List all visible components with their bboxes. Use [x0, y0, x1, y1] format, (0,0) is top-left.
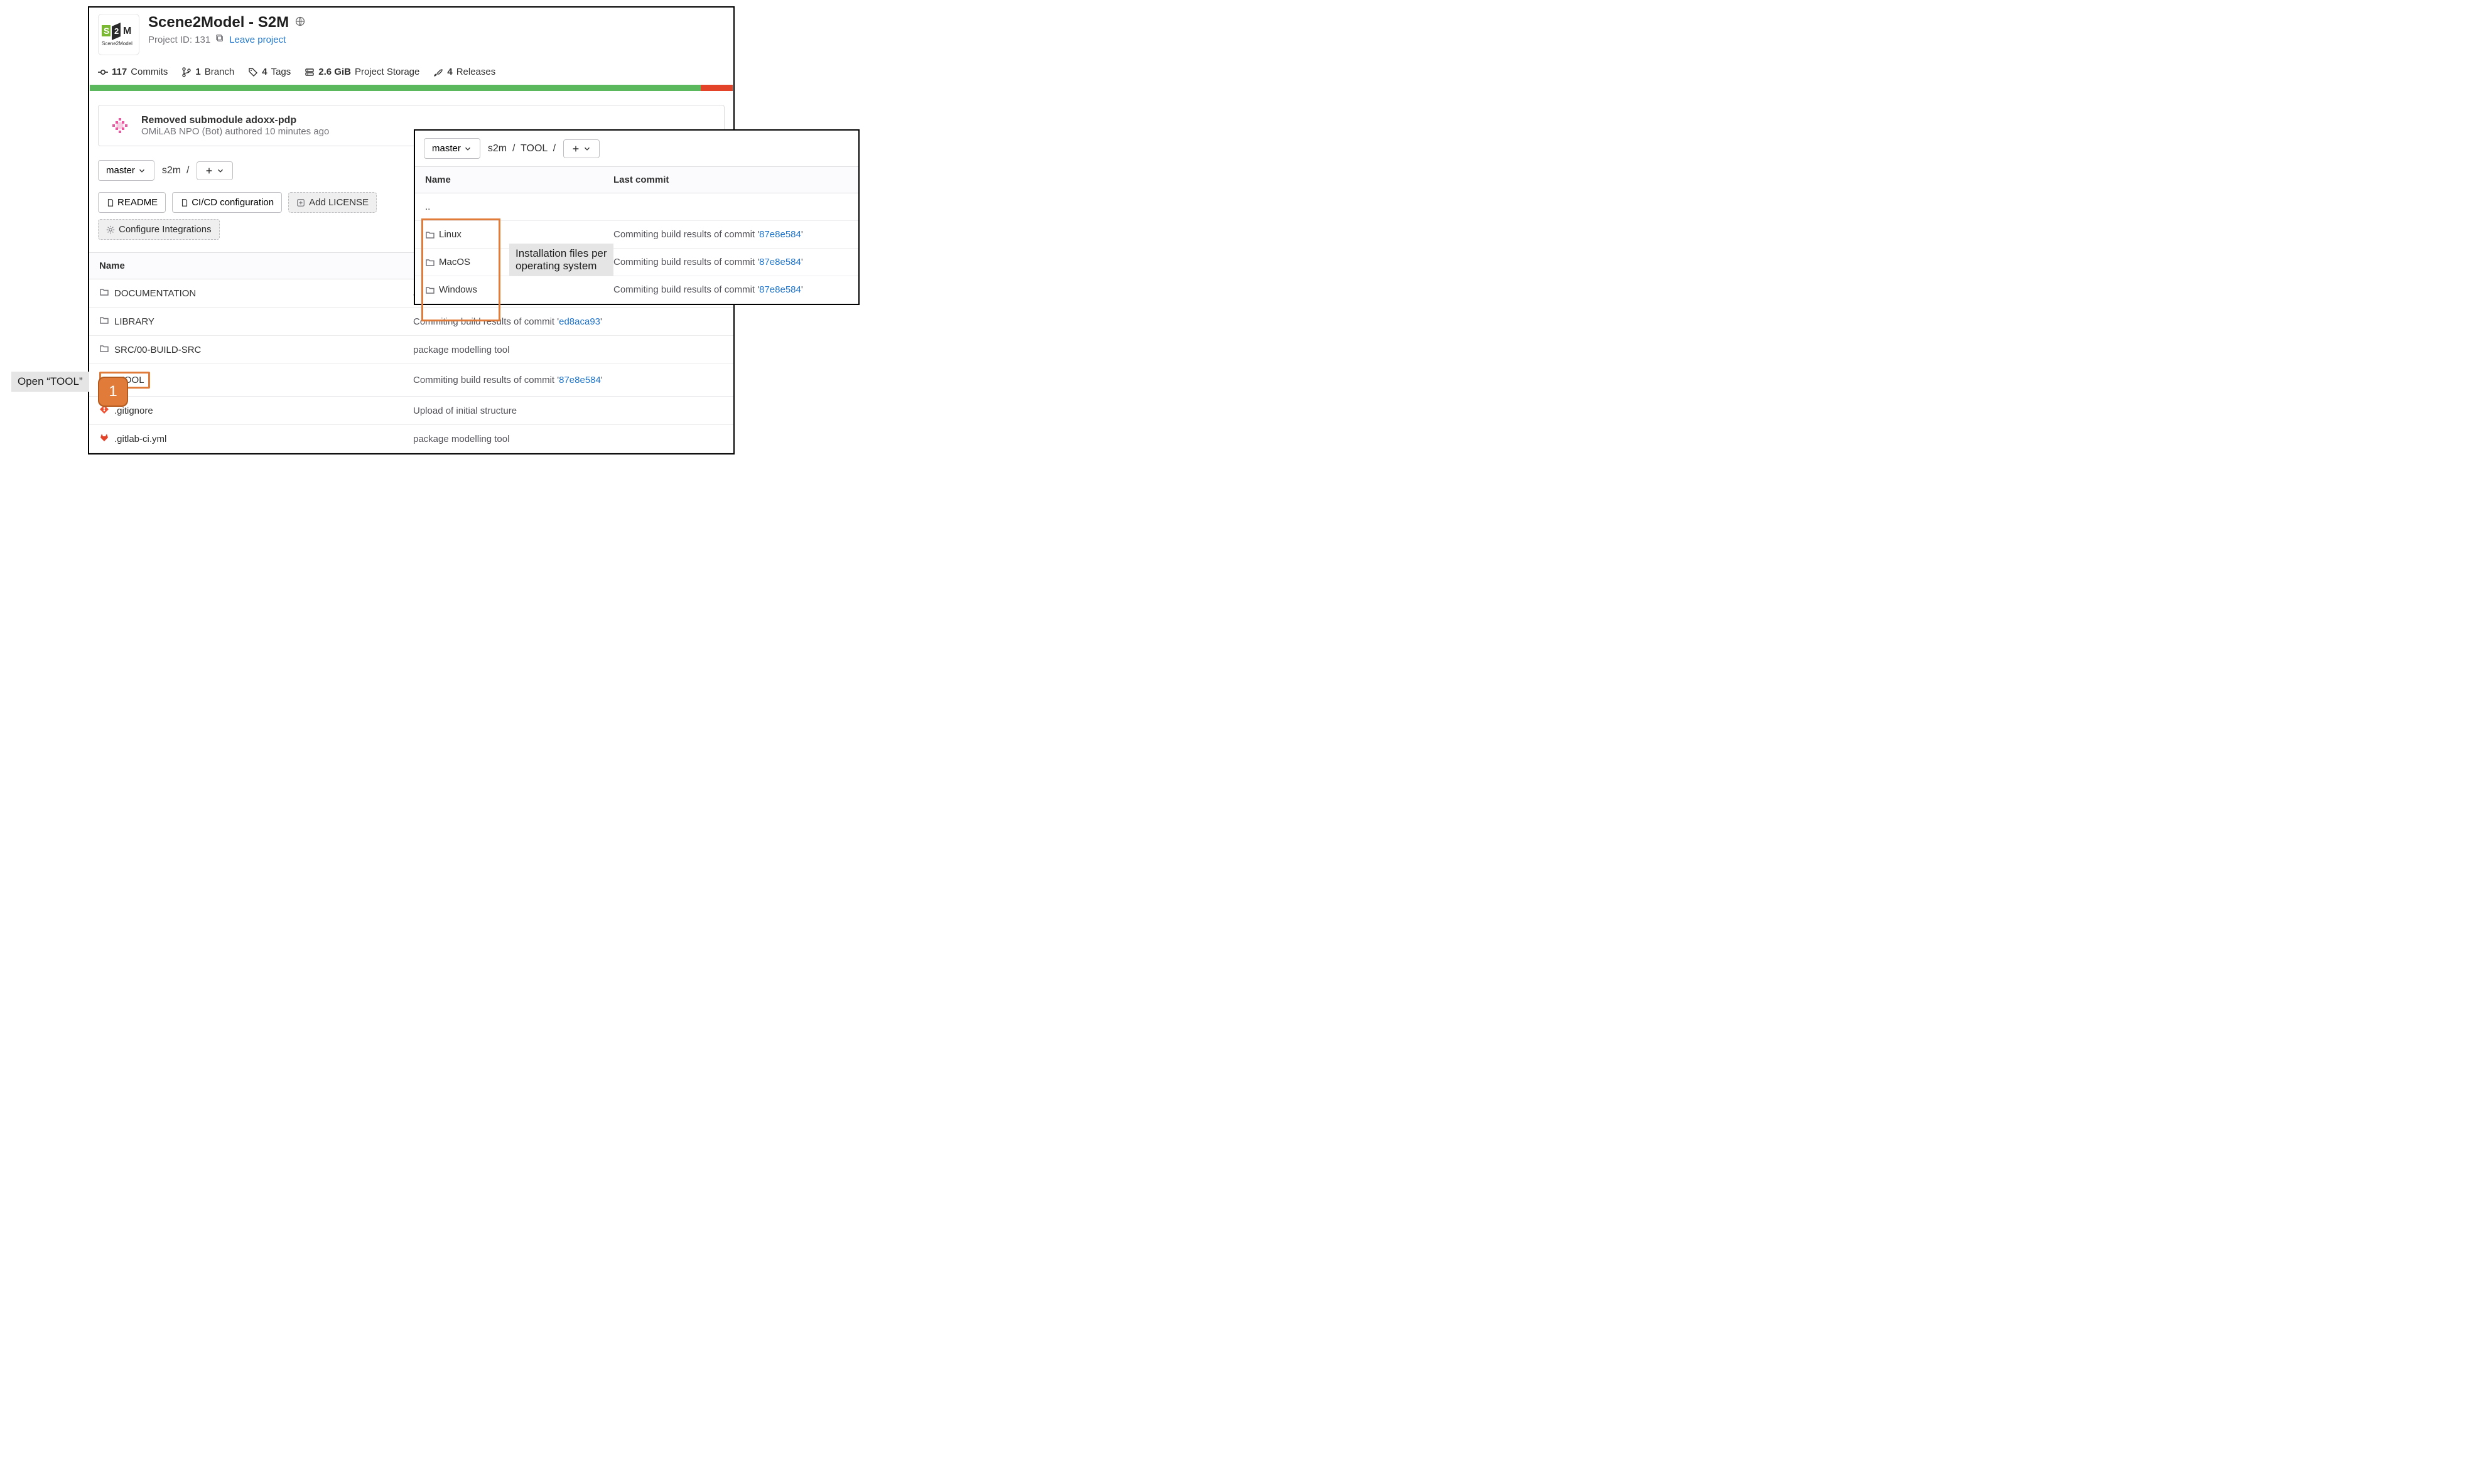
breadcrumb[interactable]: s2m / TOOL /: [488, 143, 556, 154]
stat-tags[interactable]: 4Tags: [248, 67, 291, 77]
chevron-down-icon: [463, 144, 472, 153]
folder-icon: [425, 230, 435, 240]
commit-meta: OMiLAB NPO (Bot) authored 10 minutes ago: [141, 126, 329, 137]
os-install-note: Installation files per operating system: [509, 244, 613, 276]
leave-project-link[interactable]: Leave project: [229, 35, 286, 45]
table-row[interactable]: LinuxCommiting build results of commit '…: [415, 221, 858, 249]
svg-text:M: M: [123, 26, 131, 36]
folder-icon: [99, 287, 109, 297]
folder-icon: [425, 257, 435, 267]
svg-text:Scene2Model: Scene2Model: [102, 41, 132, 46]
project-avatar: S 2 M Scene2Model: [98, 14, 139, 55]
folder-icon: [99, 315, 109, 325]
plus-icon: [571, 144, 580, 153]
stat-releases[interactable]: 4Releases: [433, 67, 495, 77]
cicd-config-button[interactable]: CI/CD configuration: [172, 192, 282, 213]
add-menu-button[interactable]: [197, 161, 233, 180]
configure-integrations-button[interactable]: Configure Integrations: [98, 219, 220, 240]
ov-header-name: Name: [425, 175, 613, 185]
doc-icon: [106, 198, 115, 207]
step1-badge: 1: [98, 377, 128, 407]
branch-selector[interactable]: master: [98, 160, 154, 181]
stat-storage[interactable]: 2.6 GiBProject Storage: [305, 67, 419, 77]
project-title: Scene2Model - S2M: [148, 14, 289, 31]
table-row[interactable]: TOOLCommiting build results of commit '8…: [89, 364, 733, 397]
plus-icon: [205, 166, 213, 175]
commit-message: Removed submodule adoxx-pdp: [141, 115, 329, 126]
stat-branches[interactable]: 1Branch: [181, 67, 234, 77]
table-row[interactable]: WindowsCommiting build results of commit…: [415, 276, 858, 304]
add-menu-button[interactable]: [563, 139, 600, 158]
doc-icon: [180, 198, 189, 207]
language-bar: [90, 85, 733, 91]
svg-text:S: S: [104, 26, 109, 36]
copy-id-icon[interactable]: [215, 34, 224, 45]
ov-header-lastcommit: Last commit: [613, 175, 669, 185]
table-row[interactable]: MacOSCommiting build results of commit '…: [415, 249, 858, 276]
chevron-down-icon: [216, 166, 225, 175]
step1-label: Open “TOOL”: [11, 372, 89, 392]
branch-selector[interactable]: master: [424, 138, 480, 159]
stat-commits[interactable]: 117Commits: [98, 67, 168, 77]
gitlab-icon: [99, 433, 109, 443]
commit-author-avatar: [107, 113, 132, 138]
chevron-down-icon: [138, 166, 146, 175]
tool-subfolder-panel: master s2m / TOOL / Name Last commit .. …: [414, 129, 860, 305]
add-license-button[interactable]: Add LICENSE: [288, 192, 377, 213]
table-row[interactable]: .gitignoreUpload of initial structure: [89, 397, 733, 425]
folder-icon: [425, 285, 435, 295]
readme-button[interactable]: README: [98, 192, 166, 213]
chevron-down-icon: [583, 144, 591, 153]
parent-dir-row[interactable]: ..: [415, 193, 858, 221]
gear-icon: [106, 225, 115, 234]
table-row[interactable]: LIBRARYCommiting build results of commit…: [89, 308, 733, 336]
breadcrumb-root[interactable]: s2m /: [162, 165, 190, 176]
folder-icon: [99, 343, 109, 353]
table-row[interactable]: .gitlab-ci.ymlpackage modelling tool: [89, 425, 733, 453]
svg-text:2: 2: [114, 26, 119, 36]
project-id: Project ID: 131: [148, 35, 210, 45]
plus-box-icon: [296, 198, 305, 207]
table-row[interactable]: SRC/00-BUILD-SRCpackage modelling tool: [89, 336, 733, 364]
visibility-public-icon: [295, 16, 305, 29]
